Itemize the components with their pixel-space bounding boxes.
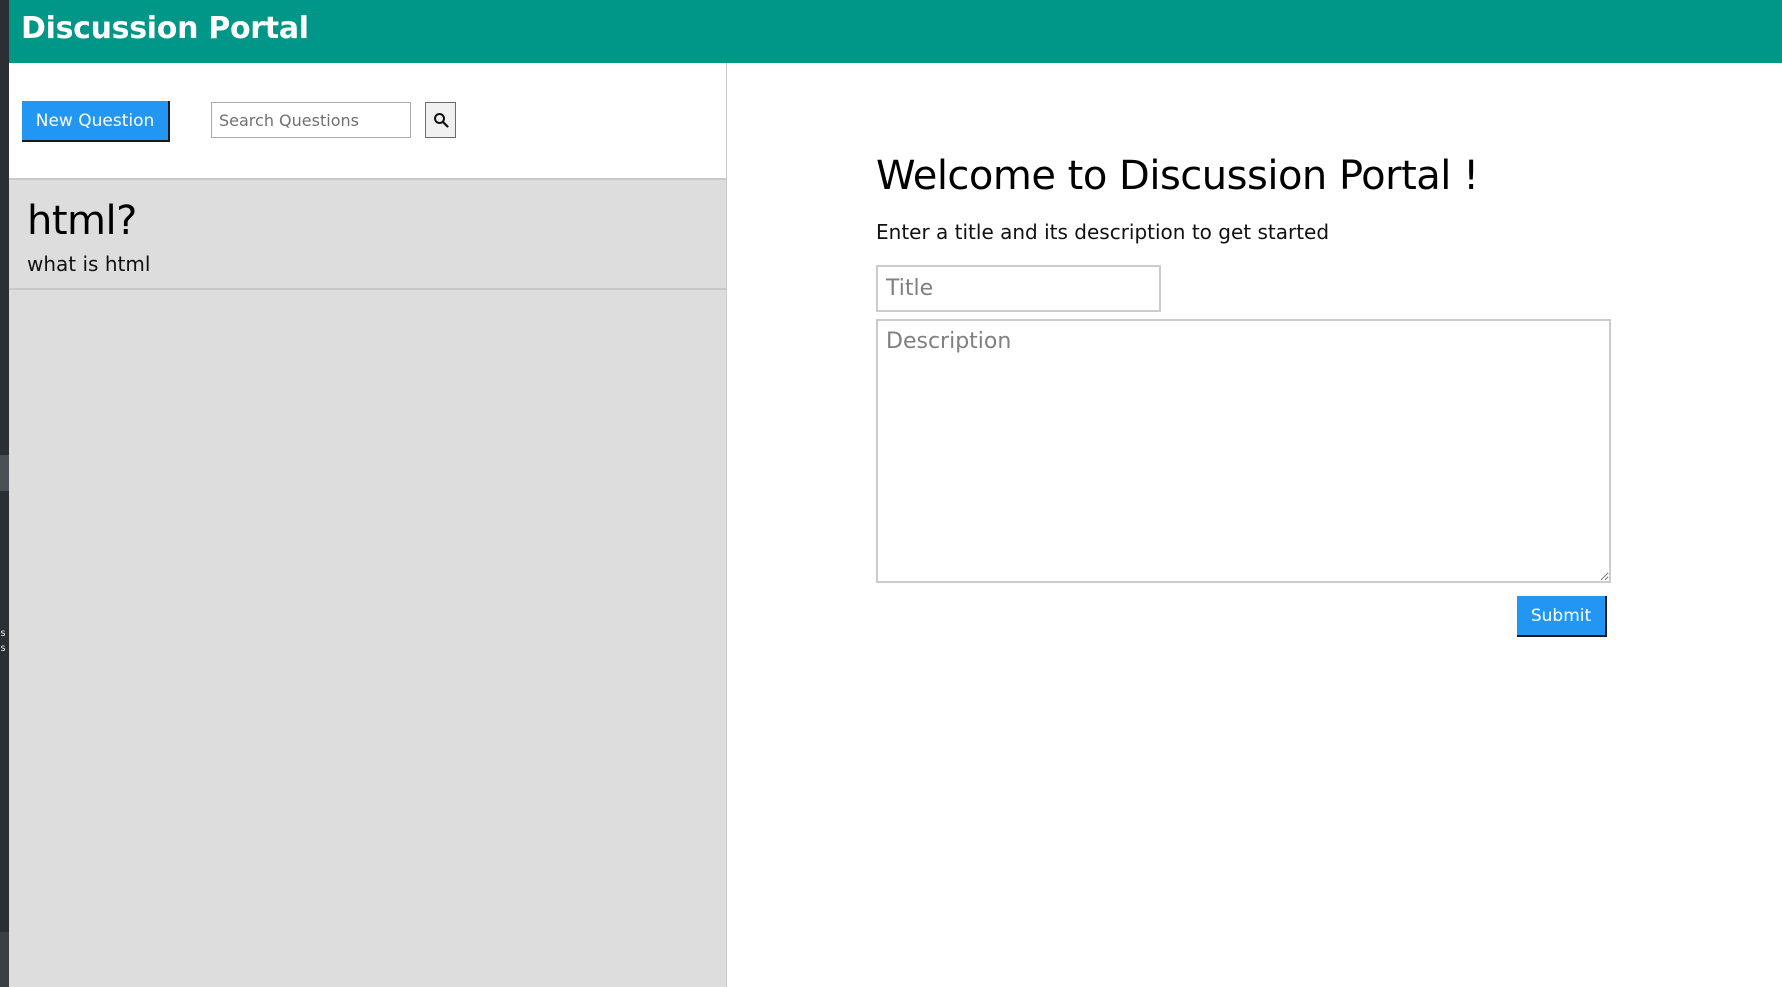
edge-marker-bottom [0,932,9,987]
search-icon [433,113,449,128]
new-question-panel: Welcome to Discussion Portal ! Enter a t… [727,63,1782,987]
question-description: what is html [27,252,151,276]
edge-text: s s [0,628,7,654]
description-field[interactable] [876,319,1611,583]
question-title: html? [27,198,137,244]
welcome-subtext: Enter a title and its description to get… [876,220,1330,244]
new-question-button[interactable]: New Question [22,101,170,142]
title-field[interactable] [876,265,1161,312]
edge-marker [0,455,9,491]
left-edge-strip: s s [0,0,9,987]
app-title: Discussion Portal [21,11,309,46]
app-header: Discussion Portal [9,0,1782,63]
question-list-item[interactable]: html? what is html [9,180,726,290]
search-button[interactable] [425,102,456,138]
search-input[interactable] [211,102,411,138]
welcome-heading: Welcome to Discussion Portal ! [876,153,1479,199]
sidebar-toolbar: New Question [9,63,726,180]
submit-button[interactable]: Submit [1517,596,1607,637]
questions-sidebar: New Question html? what is html [9,63,727,987]
